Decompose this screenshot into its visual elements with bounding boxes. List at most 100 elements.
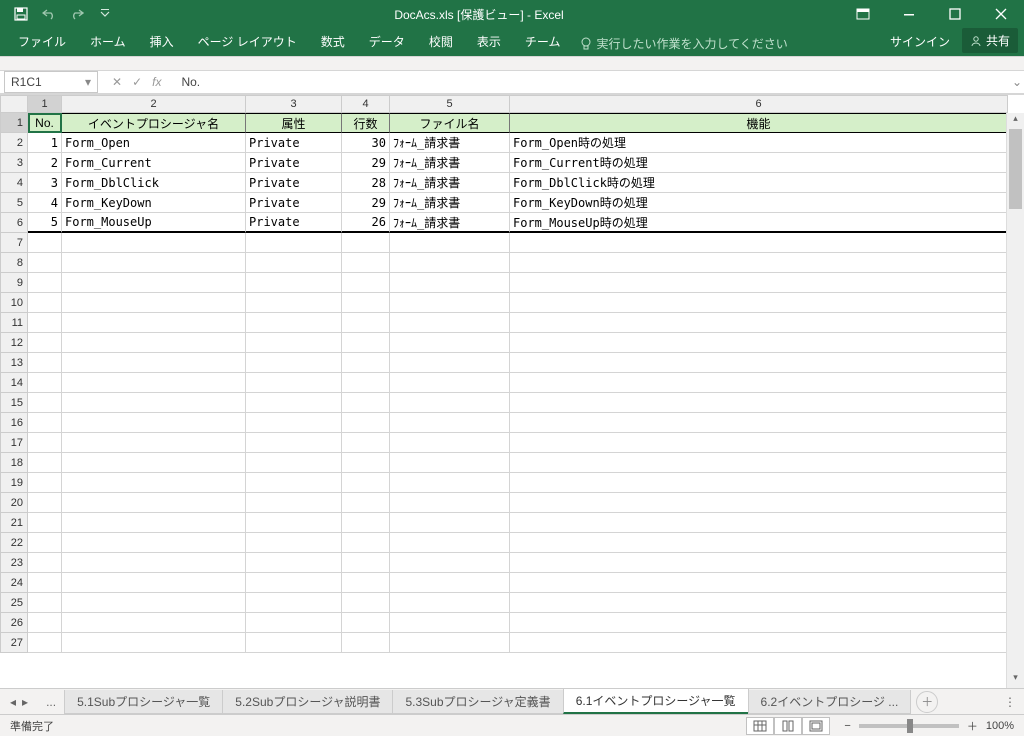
- cell[interactable]: [62, 293, 246, 313]
- cell[interactable]: [62, 273, 246, 293]
- cell[interactable]: 30: [342, 133, 390, 153]
- cell[interactable]: [390, 413, 510, 433]
- cell[interactable]: [342, 233, 390, 253]
- cell[interactable]: [342, 493, 390, 513]
- select-all-corner[interactable]: [0, 95, 28, 113]
- share-button[interactable]: 共有: [962, 28, 1018, 53]
- cell[interactable]: [342, 613, 390, 633]
- cell[interactable]: [342, 293, 390, 313]
- cell[interactable]: [28, 573, 62, 593]
- cell[interactable]: [390, 293, 510, 313]
- cell[interactable]: [342, 593, 390, 613]
- cell[interactable]: [342, 473, 390, 493]
- tab-review[interactable]: 校閲: [417, 27, 465, 56]
- row-header[interactable]: 9: [0, 273, 28, 293]
- cell[interactable]: [246, 353, 342, 373]
- enter-icon[interactable]: ✓: [132, 75, 142, 89]
- cell[interactable]: Form_KeyDown時の処理: [510, 193, 1008, 213]
- cell[interactable]: [510, 573, 1008, 593]
- column-header[interactable]: 3: [246, 95, 342, 113]
- cell[interactable]: 5: [28, 213, 62, 233]
- cell[interactable]: 29: [342, 153, 390, 173]
- tab-formulas[interactable]: 数式: [309, 27, 357, 56]
- cell[interactable]: [390, 613, 510, 633]
- cell[interactable]: [390, 393, 510, 413]
- cell[interactable]: Form_Current: [62, 153, 246, 173]
- cell[interactable]: [62, 233, 246, 253]
- column-header[interactable]: 6: [510, 95, 1008, 113]
- zoom-slider-thumb[interactable]: [907, 719, 913, 733]
- cell[interactable]: Private: [246, 173, 342, 193]
- cell[interactable]: [342, 513, 390, 533]
- cell[interactable]: ﾌｫｰﾑ_請求書: [390, 133, 510, 153]
- row-header[interactable]: 27: [0, 633, 28, 653]
- sheet-overflow-left[interactable]: ...: [38, 695, 64, 709]
- cell[interactable]: [390, 573, 510, 593]
- cell[interactable]: 機能: [510, 113, 1008, 133]
- scroll-down-icon[interactable]: ▾: [1007, 672, 1024, 688]
- cell[interactable]: [510, 373, 1008, 393]
- cell[interactable]: [510, 313, 1008, 333]
- cell[interactable]: [390, 373, 510, 393]
- page-break-view-button[interactable]: [802, 717, 830, 735]
- row-header[interactable]: 26: [0, 613, 28, 633]
- tab-page-layout[interactable]: ページ レイアウト: [186, 27, 309, 56]
- row-header[interactable]: 8: [0, 253, 28, 273]
- row-header[interactable]: 19: [0, 473, 28, 493]
- undo-button[interactable]: [36, 2, 62, 26]
- row-header[interactable]: 25: [0, 593, 28, 613]
- row-header[interactable]: 23: [0, 553, 28, 573]
- cell[interactable]: [510, 553, 1008, 573]
- sheet-tab[interactable]: 6.2イベントプロシージ ...: [748, 690, 912, 714]
- cell[interactable]: [510, 353, 1008, 373]
- tab-view[interactable]: 表示: [465, 27, 513, 56]
- cell[interactable]: [342, 353, 390, 373]
- cell[interactable]: [246, 273, 342, 293]
- cell[interactable]: [510, 253, 1008, 273]
- fx-icon[interactable]: fx: [152, 75, 161, 89]
- cell[interactable]: 行数: [342, 113, 390, 133]
- cell[interactable]: [510, 453, 1008, 473]
- row-header[interactable]: 3: [0, 153, 28, 173]
- tab-insert[interactable]: 挿入: [138, 27, 186, 56]
- cell[interactable]: [62, 633, 246, 653]
- cell[interactable]: [246, 573, 342, 593]
- cell[interactable]: [342, 433, 390, 453]
- cancel-icon[interactable]: ✕: [112, 75, 122, 89]
- row-header[interactable]: 7: [0, 233, 28, 253]
- cell[interactable]: [62, 333, 246, 353]
- row-header[interactable]: 2: [0, 133, 28, 153]
- formula-expand-icon[interactable]: ⌄: [1010, 75, 1024, 89]
- cell[interactable]: [390, 533, 510, 553]
- cell[interactable]: [390, 433, 510, 453]
- cell[interactable]: 4: [28, 193, 62, 213]
- column-header[interactable]: 4: [342, 95, 390, 113]
- zoom-slider[interactable]: [859, 724, 959, 728]
- zoom-percent[interactable]: 100%: [986, 720, 1014, 732]
- row-header[interactable]: 24: [0, 573, 28, 593]
- cell[interactable]: [28, 633, 62, 653]
- cell[interactable]: [246, 493, 342, 513]
- cell[interactable]: 3: [28, 173, 62, 193]
- cell[interactable]: [62, 553, 246, 573]
- tab-file[interactable]: ファイル: [6, 27, 78, 56]
- page-layout-view-button[interactable]: [774, 717, 802, 735]
- cell[interactable]: [246, 513, 342, 533]
- cell[interactable]: [28, 413, 62, 433]
- column-header[interactable]: 2: [62, 95, 246, 113]
- cell[interactable]: 属性: [246, 113, 342, 133]
- qat-customize-icon[interactable]: [92, 2, 118, 26]
- formula-input[interactable]: No.: [175, 71, 1010, 93]
- tab-team[interactable]: チーム: [513, 27, 573, 56]
- cell[interactable]: [62, 253, 246, 273]
- cell[interactable]: ﾌｫｰﾑ_請求書: [390, 173, 510, 193]
- cell[interactable]: [390, 513, 510, 533]
- row-header[interactable]: 1: [0, 113, 28, 133]
- cell[interactable]: [390, 353, 510, 373]
- cell[interactable]: 29: [342, 193, 390, 213]
- cell[interactable]: [62, 393, 246, 413]
- cell[interactable]: 26: [342, 213, 390, 233]
- cell[interactable]: [390, 233, 510, 253]
- cell[interactable]: [62, 533, 246, 553]
- cell[interactable]: 28: [342, 173, 390, 193]
